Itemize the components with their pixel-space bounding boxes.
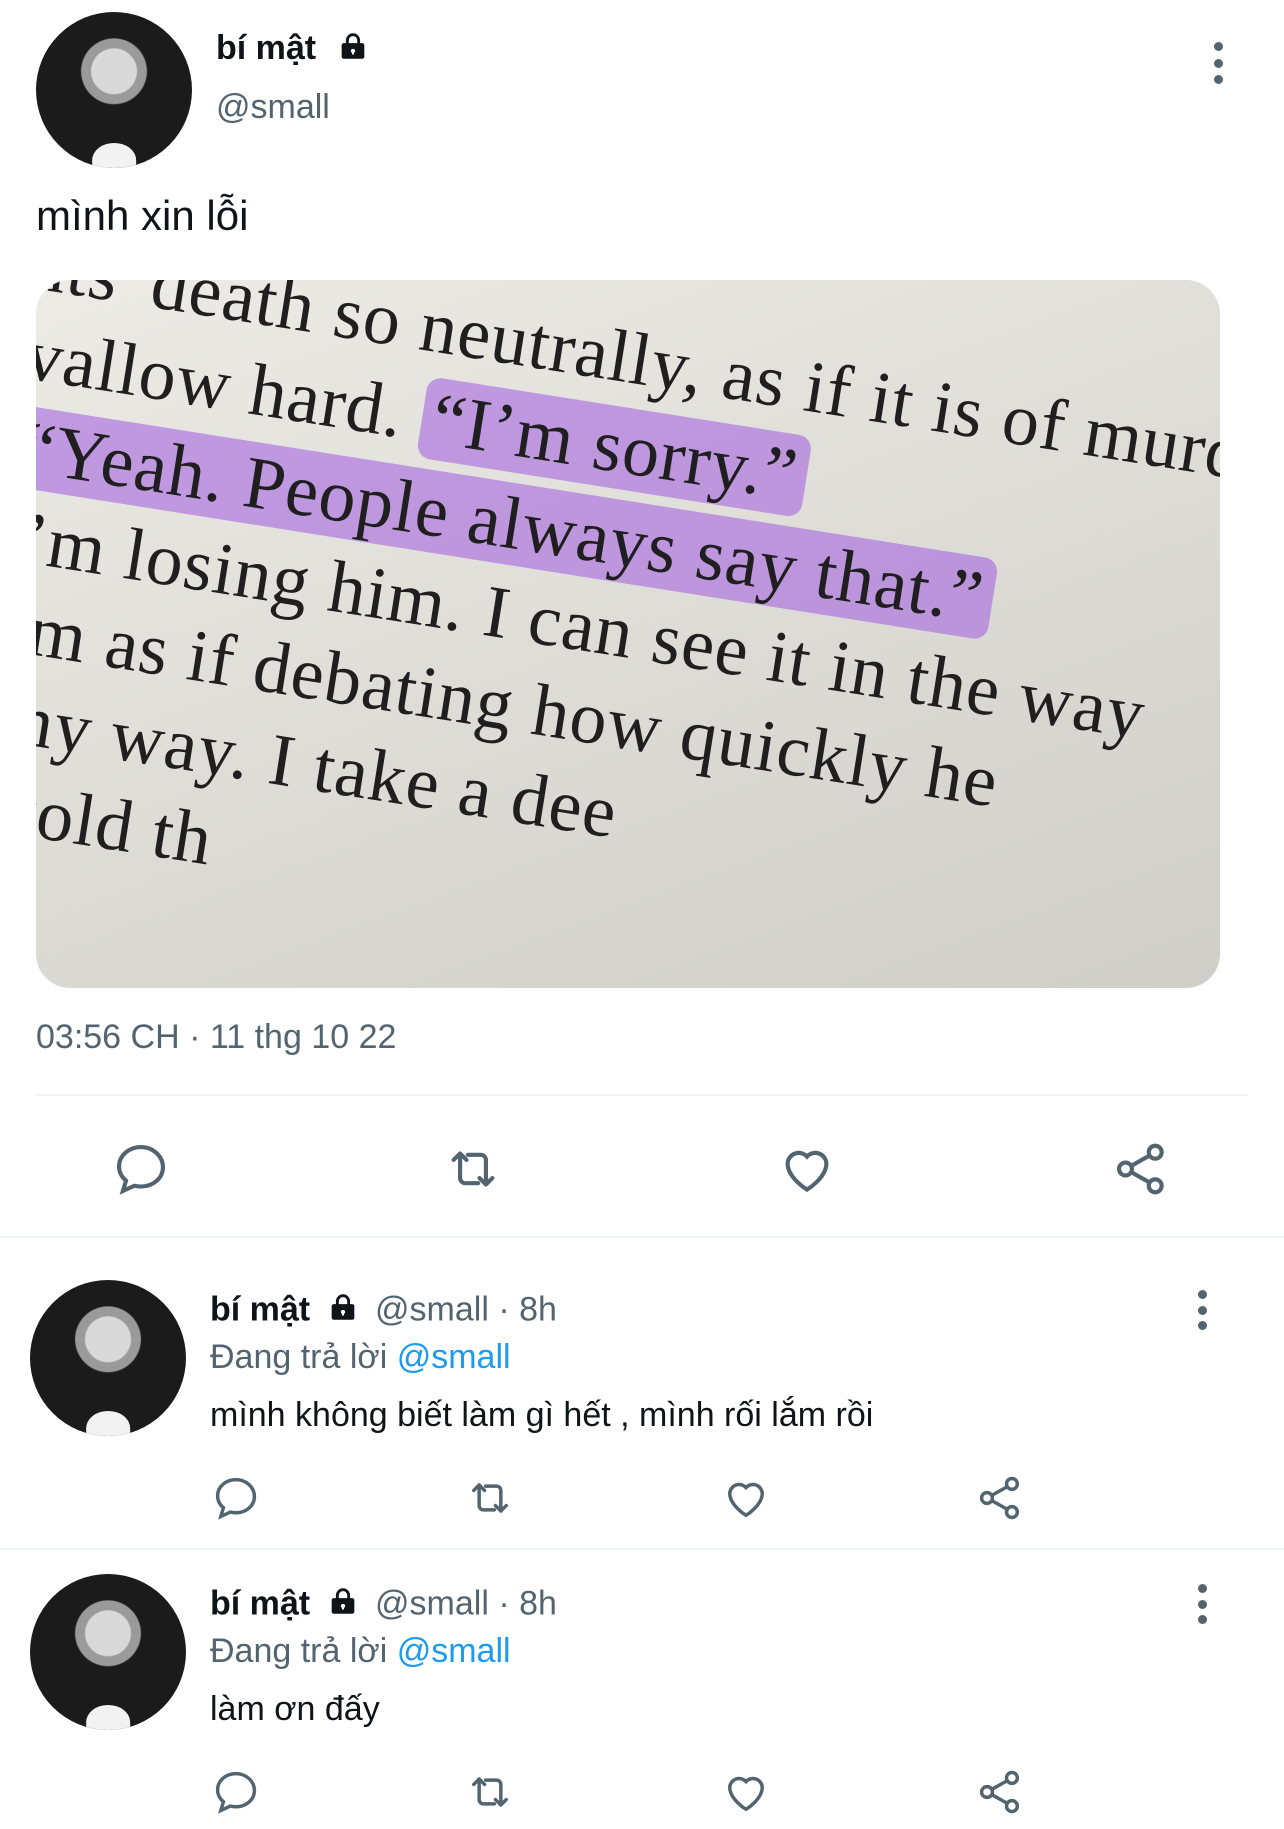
main-post-handle[interactable]: @small [216, 88, 330, 127]
replying-to-line: Đang trả lời @small [210, 1338, 511, 1377]
divider [0, 1548, 1284, 1550]
share-button[interactable] [1110, 1138, 1172, 1200]
share-button[interactable] [974, 1766, 1026, 1818]
reply-button[interactable] [210, 1766, 262, 1818]
replying-prefix: Đang trả lời [210, 1632, 388, 1670]
replying-to-link[interactable]: @small [397, 1632, 511, 1670]
reply-time: · 8h [498, 1290, 557, 1329]
lock-icon [336, 29, 370, 72]
reply-button[interactable] [210, 1472, 262, 1524]
reply-icon [215, 1477, 257, 1520]
retweet-button[interactable] [462, 1766, 518, 1818]
reply-header: bí mật @small · 8h [210, 1290, 557, 1333]
reply-button[interactable] [110, 1138, 172, 1200]
reply-display-name[interactable]: bí mật [210, 1290, 310, 1328]
divider [36, 1094, 1248, 1096]
more-options-icon[interactable] [1192, 1290, 1212, 1330]
like-icon [728, 1776, 764, 1812]
more-options-icon[interactable] [1208, 42, 1228, 84]
post-media-image[interactable]: nts' death so neutrally, as if it is of … [36, 280, 1220, 988]
display-name-text: bí mật [216, 29, 317, 67]
main-post-avatar[interactable] [36, 12, 192, 168]
reply-header: bí mật @small · 8h [210, 1584, 557, 1627]
main-post-timestamp[interactable]: 03:56 CH · 11 thg 10 22 [36, 1018, 396, 1057]
like-button[interactable] [720, 1472, 772, 1524]
reply-icon [215, 1771, 257, 1814]
lock-icon [326, 1290, 360, 1333]
retweet-button[interactable] [462, 1472, 518, 1524]
share-icon [979, 1476, 1020, 1520]
retweet-icon [472, 1777, 508, 1807]
avatar-skull-graphic [86, 1705, 130, 1730]
divider [0, 1236, 1284, 1238]
like-button[interactable] [720, 1766, 772, 1818]
main-post-text: mình xin lỗi [36, 192, 249, 239]
share-icon [1116, 1143, 1164, 1195]
share-icon [979, 1770, 1020, 1814]
retweet-icon [472, 1483, 508, 1513]
reply-time: · 8h [498, 1584, 557, 1623]
reply-avatar[interactable] [30, 1574, 186, 1730]
share-button[interactable] [974, 1472, 1026, 1524]
reply-avatar[interactable] [30, 1280, 186, 1436]
lock-icon [326, 1584, 360, 1627]
reply-icon [116, 1144, 166, 1195]
more-options-icon[interactable] [1192, 1584, 1212, 1624]
like-icon [785, 1150, 829, 1193]
avatar-skull-graphic [92, 143, 136, 168]
like-button[interactable] [776, 1138, 838, 1200]
replying-to-link[interactable]: @small [397, 1338, 511, 1376]
reply-handle[interactable]: @small [375, 1584, 489, 1622]
retweet-icon [451, 1151, 495, 1187]
main-post-display-name[interactable]: bí mật [216, 28, 370, 72]
reply-text: mình không biết làm gì hết , mình rối lắ… [210, 1396, 874, 1434]
reply-display-name[interactable]: bí mật [210, 1584, 310, 1622]
replying-to-line: Đang trả lời @small [210, 1632, 511, 1671]
like-icon [728, 1482, 764, 1518]
replying-prefix: Đang trả lời [210, 1338, 388, 1376]
retweet-button[interactable] [440, 1138, 506, 1200]
reply-text: làm ơn đấy [210, 1690, 380, 1728]
avatar-skull-graphic [86, 1411, 130, 1436]
reply-handle[interactable]: @small [375, 1290, 489, 1328]
